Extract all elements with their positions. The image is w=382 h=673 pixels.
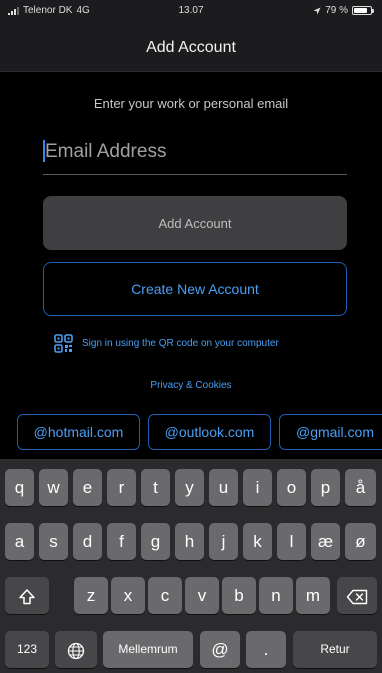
qr-code-icon xyxy=(54,334,73,353)
email-field[interactable] xyxy=(43,137,347,167)
add-account-button[interactable]: Add Account xyxy=(43,196,347,250)
battery-icon xyxy=(352,6,374,15)
key-z[interactable]: z xyxy=(74,577,108,614)
key-g[interactable]: g xyxy=(141,523,170,560)
qr-sign-in-text: Sign in using the QR code on your comput… xyxy=(82,338,279,349)
domain-suggestions: @hotmail.com @outlook.com @gmail.com xyxy=(0,414,382,452)
key-b[interactable]: b xyxy=(222,577,256,614)
key-o[interactable]: o xyxy=(277,469,306,506)
key-y[interactable]: y xyxy=(175,469,204,506)
status-right: 79 % xyxy=(313,5,374,16)
chip-hotmail[interactable]: @hotmail.com xyxy=(17,414,140,450)
keyboard: q w e r t y u i o p å a s d f g h j k l … xyxy=(0,459,382,673)
key-p[interactable]: p xyxy=(311,469,340,506)
status-bar: Telenor DK 4G 13.07 79 % xyxy=(0,0,382,22)
key-i[interactable]: i xyxy=(243,469,272,506)
email-field-wrapper xyxy=(43,137,347,175)
space-key[interactable]: Mellemrum xyxy=(103,631,193,668)
key-d[interactable]: d xyxy=(73,523,102,560)
key-r[interactable]: r xyxy=(107,469,136,506)
delete-key[interactable] xyxy=(337,577,377,614)
chip-gmail[interactable]: @gmail.com xyxy=(279,414,382,450)
key-w[interactable]: w xyxy=(39,469,68,506)
key-f[interactable]: f xyxy=(107,523,136,560)
globe-icon xyxy=(67,642,85,659)
qr-sign-in-link[interactable]: Sign in using the QR code on your comput… xyxy=(54,334,279,353)
key-m[interactable]: m xyxy=(296,577,330,614)
dot-key[interactable]: . xyxy=(246,631,286,668)
key-x[interactable]: x xyxy=(111,577,145,614)
shift-key[interactable] xyxy=(5,577,49,614)
key-s[interactable]: s xyxy=(39,523,68,560)
battery-percent: 79 % xyxy=(325,5,348,16)
text-cursor xyxy=(43,140,45,162)
key-a[interactable]: a xyxy=(5,523,34,560)
key-u[interactable]: u xyxy=(209,469,238,506)
key-e[interactable]: e xyxy=(73,469,102,506)
key-k[interactable]: k xyxy=(243,523,272,560)
key-ae[interactable]: æ xyxy=(311,523,340,560)
key-h[interactable]: h xyxy=(175,523,204,560)
create-new-account-button[interactable]: Create New Account xyxy=(43,262,347,316)
key-l[interactable]: l xyxy=(277,523,306,560)
delete-icon xyxy=(346,589,368,604)
key-j[interactable]: j xyxy=(209,523,238,560)
key-v[interactable]: v xyxy=(185,577,219,614)
key-aa[interactable]: å xyxy=(345,469,376,506)
chip-outlook[interactable]: @outlook.com xyxy=(148,414,271,450)
return-key[interactable]: Retur xyxy=(293,631,377,668)
navigation-bar: Add Account xyxy=(0,22,382,72)
location-icon xyxy=(313,7,321,14)
at-key[interactable]: @ xyxy=(200,631,240,668)
page-title: Add Account xyxy=(146,39,236,56)
numbers-key[interactable]: 123 xyxy=(5,631,49,668)
privacy-cookies-link[interactable]: Privacy & Cookies xyxy=(0,380,382,391)
key-oe[interactable]: ø xyxy=(345,523,376,560)
key-t[interactable]: t xyxy=(141,469,170,506)
key-c[interactable]: c xyxy=(148,577,182,614)
shift-icon xyxy=(19,588,35,604)
globe-key[interactable] xyxy=(55,631,97,668)
email-prompt: Enter your work or personal email xyxy=(93,96,289,111)
key-q[interactable]: q xyxy=(5,469,34,506)
key-n[interactable]: n xyxy=(259,577,293,614)
